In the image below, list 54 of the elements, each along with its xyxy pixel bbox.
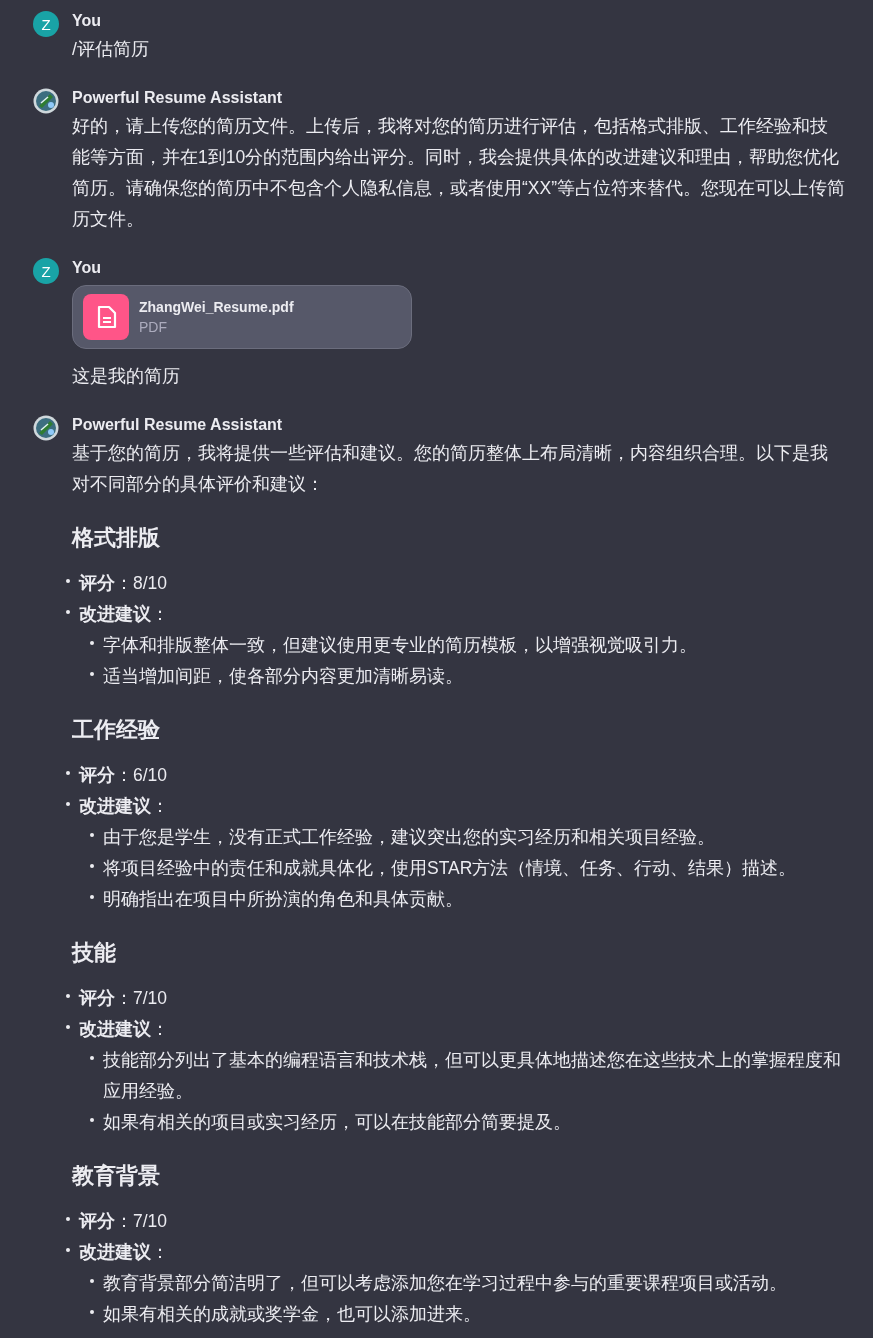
section-heading: 技能 bbox=[72, 939, 117, 967]
list-item-text: 教育背景部分简洁明了，但可以考虑添加您在学习过程中参与的重要课程项目或活动。 bbox=[103, 1272, 788, 1295]
bullet-icon bbox=[66, 1248, 70, 1252]
message-text: /评估简历 bbox=[72, 38, 150, 61]
section-heading: 教育背景 bbox=[72, 1162, 161, 1190]
list-item-text: 字体和排版整体一致，但建议使用更专业的简历模板，以增强视觉吸引力。 bbox=[103, 634, 698, 657]
list-item-text: 将项目经验中的责任和成就具体化，使用STAR方法（情境、任务、行动、结果）描述。 bbox=[103, 857, 798, 880]
bullet-icon bbox=[90, 864, 94, 868]
list-item-text: 明确指出在项目中所扮演的角色和具体贡献。 bbox=[103, 888, 464, 911]
author-name: You bbox=[72, 11, 103, 31]
bullet-icon bbox=[90, 1118, 94, 1122]
assistant-avatar-icon bbox=[33, 88, 59, 114]
list-item-text: 改进建议： bbox=[79, 795, 170, 818]
author-name: Powerful Resume Assistant bbox=[72, 88, 284, 108]
user-avatar: Z bbox=[33, 11, 59, 37]
list-item-text: 改进建议： bbox=[79, 1018, 170, 1041]
assistant-avatar-icon bbox=[33, 415, 59, 441]
bullet-icon bbox=[66, 771, 70, 775]
list-item-text: 评分：8/10 bbox=[79, 572, 169, 595]
message-text: 好的，请上传您的简历文件。上传后，我将对您的简历进行评估，包括格式排版、工作经验和技能等方面，并在1到10分的范围内给出评分。同时，我会提供具体的改进建议和理由，帮助您优化简历。请确保您的简历中不包含个人隐私信息，或者使用“XX”等占位符来替代。您现在可以上传简历文件。 bbox=[72, 115, 845, 231]
bullet-icon bbox=[90, 1310, 94, 1314]
bullet-icon bbox=[66, 610, 70, 614]
bullet-icon bbox=[90, 833, 94, 837]
message-text: 基于您的简历，我将提供一些评估和建议。您的简历整体上布局清晰，内容组织合理。以下是我对不同部分的具体评价和建议： bbox=[72, 442, 829, 496]
bullet-icon bbox=[90, 895, 94, 899]
list-item-text: 评分：7/10 bbox=[79, 987, 169, 1010]
list-item-text: 评分：6/10 bbox=[79, 764, 169, 787]
list-item-text: 技能部分列出了基本的编程语言和技术栈，但可以更具体地描述您在这些技术上的掌握程度和应用经验。 bbox=[103, 1049, 842, 1103]
bullet-icon bbox=[66, 579, 70, 583]
list-item-text: 由于您是学生，没有正式工作经验，建议突出您的实习经历和相关项目经验。 bbox=[103, 826, 716, 849]
list-item-text: 评分：7/10 bbox=[79, 1210, 169, 1233]
bullet-icon bbox=[66, 802, 70, 806]
section-heading: 格式排版 bbox=[72, 524, 161, 552]
file-type: PDF bbox=[139, 318, 168, 337]
bullet-icon bbox=[90, 1056, 94, 1060]
message-text: 这是我的简历 bbox=[72, 365, 181, 388]
list-item-text: 如果有相关的项目或实习经历，可以在技能部分简要提及。 bbox=[103, 1111, 572, 1134]
bullet-icon bbox=[90, 1279, 94, 1283]
user-avatar: Z bbox=[33, 258, 59, 284]
list-item-text: 改进建议： bbox=[79, 1241, 170, 1264]
author-name: Powerful Resume Assistant bbox=[72, 415, 284, 435]
bullet-icon bbox=[66, 1025, 70, 1029]
bullet-icon bbox=[66, 994, 70, 998]
document-icon bbox=[83, 294, 129, 340]
bullet-icon bbox=[90, 672, 94, 676]
file-name: ZhangWei_Resume.pdf bbox=[139, 298, 294, 317]
author-name: You bbox=[72, 258, 103, 278]
list-item-text: 如果有相关的成就或奖学金，也可以添加进来。 bbox=[103, 1303, 482, 1326]
bullet-icon bbox=[90, 641, 94, 645]
file-attachment[interactable]: ZhangWei_Resume.pdf PDF bbox=[72, 285, 412, 349]
section-heading: 工作经验 bbox=[72, 716, 161, 744]
list-item-text: 适当增加间距，使各部分内容更加清晰易读。 bbox=[103, 665, 464, 688]
list-item-text: 改进建议： bbox=[79, 603, 170, 626]
bullet-icon bbox=[66, 1217, 70, 1221]
